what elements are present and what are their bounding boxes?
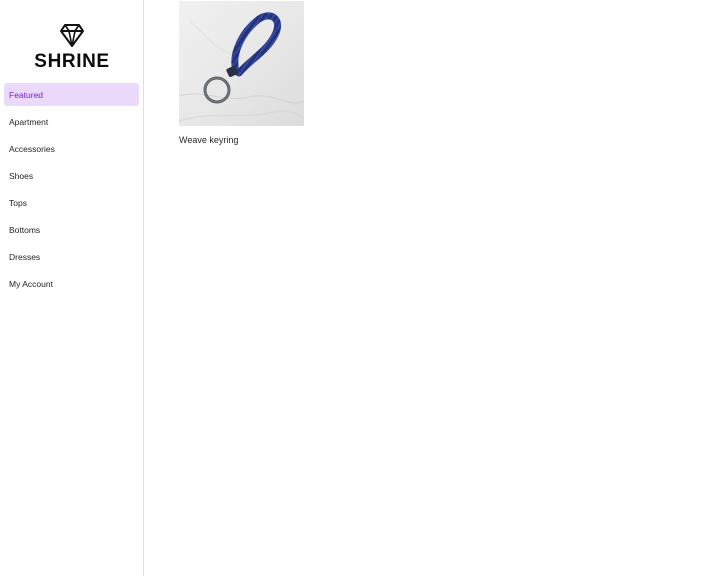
nav-item-tops[interactable]: Tops [4, 191, 139, 214]
product-card[interactable]: Weave keyring [179, 1, 304, 145]
product-grid: Weave keyring [145, 0, 720, 576]
nav-item-apartment[interactable]: Apartment [4, 110, 139, 133]
nav-item-accessories[interactable]: Accessories [4, 137, 139, 160]
nav-item-dresses[interactable]: Dresses [4, 245, 139, 268]
brand-logo: SHRINE [0, 22, 144, 73]
nav-item-bottoms[interactable]: Bottoms [4, 218, 139, 241]
category-nav: Featured Apartment Accessories Shoes Top… [4, 83, 139, 299]
app-window: SHRINE Featured Apartment Accessories Sh… [0, 0, 720, 576]
nav-item-featured[interactable]: Featured [4, 83, 139, 106]
diamond-icon [60, 24, 84, 47]
product-name[interactable]: Weave keyring [179, 135, 304, 145]
nav-item-my-account[interactable]: My Account [4, 272, 139, 295]
sidebar: SHRINE Featured Apartment Accessories Sh… [0, 0, 144, 576]
brand-name: SHRINE [34, 51, 110, 72]
nav-item-shoes[interactable]: Shoes [4, 164, 139, 187]
weave-keyring-photo[interactable] [179, 1, 304, 126]
